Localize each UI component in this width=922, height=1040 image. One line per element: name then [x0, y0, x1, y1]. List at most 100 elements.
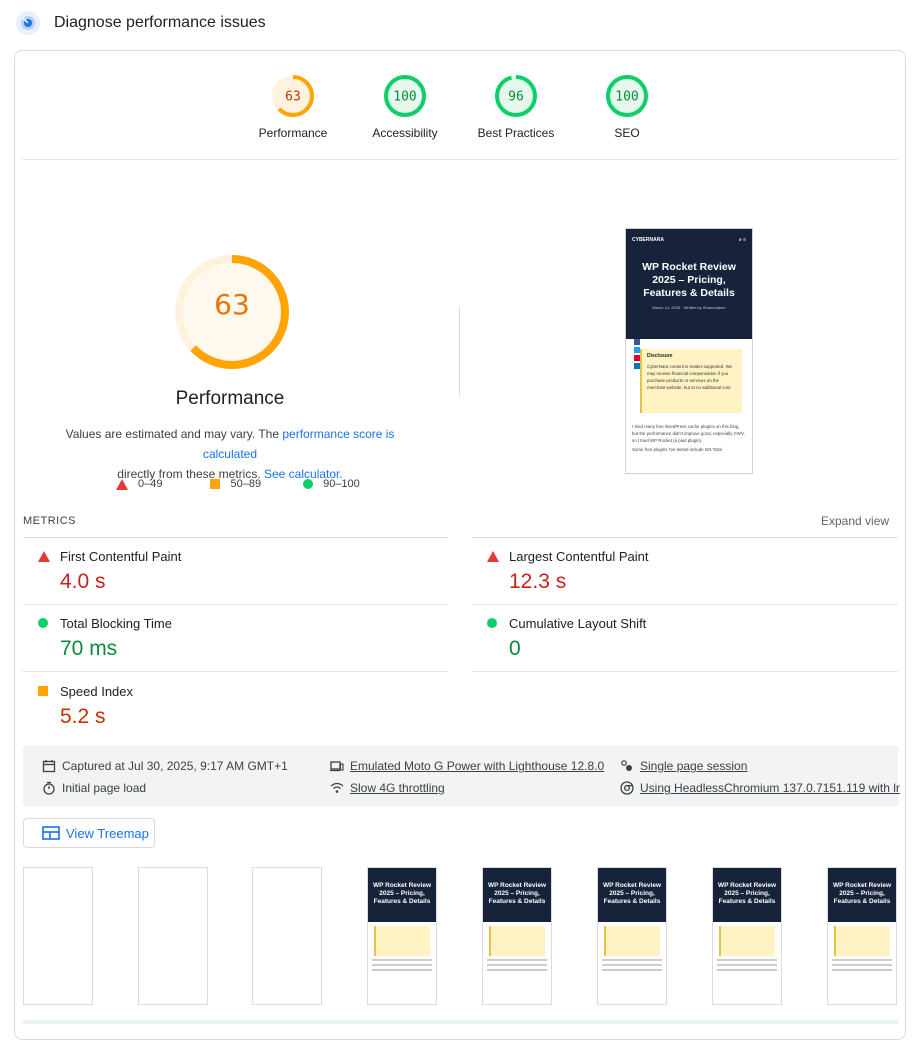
- gauge-accessibility[interactable]: 100 Accessibility: [360, 72, 450, 140]
- filmstrip-frame: [252, 867, 322, 1005]
- metric-value: 5.2 s: [60, 705, 106, 728]
- frame-title: WP Rocket Review 2025 – Pricing, Feature…: [368, 868, 436, 922]
- gauge-label: SEO: [614, 126, 640, 140]
- view-treemap-button[interactable]: View Treemap: [23, 818, 155, 848]
- gauge-label: Performance: [258, 126, 328, 140]
- article-title: WP Rocket Review 2025 – Pricing, Feature…: [642, 261, 736, 299]
- filmstrip-frame: WP Rocket Review 2025 – Pricing, Feature…: [712, 867, 782, 1005]
- gauge-seo[interactable]: 100 SEO: [582, 72, 672, 140]
- gauge-score: 100: [615, 90, 638, 105]
- frame-disclosure: [374, 926, 430, 956]
- metric-name: Total Blocking Time: [60, 616, 172, 631]
- metric-name: Cumulative Layout Shift: [509, 616, 647, 631]
- disclosure-box: Disclosure CyberNara content is reader-s…: [640, 349, 742, 413]
- pass-circle-icon: [38, 618, 48, 628]
- metric-value: 0: [509, 637, 521, 660]
- average-square-icon: [38, 686, 48, 696]
- fail-triangle-icon: [38, 551, 50, 562]
- frame-title: WP Rocket Review 2025 – Pricing, Feature…: [483, 868, 551, 922]
- metric-value: 4.0 s: [60, 570, 106, 593]
- gauge-score: 63: [285, 90, 301, 105]
- wifi-icon: [330, 782, 344, 793]
- filmstrip-frame: [138, 867, 208, 1005]
- treemap-label: View Treemap: [66, 825, 149, 841]
- gauge-label: Best Practices: [477, 126, 555, 140]
- header: Diagnose performance issues: [16, 10, 266, 36]
- legend-poor: 0–49: [138, 478, 163, 490]
- metric-fcp: First Contentful Paint 4.0 s: [36, 549, 181, 594]
- final-screenshot[interactable]: CYBERNARA ⌕ ≡ WP Rocket Review 2025 – Pr…: [625, 228, 753, 474]
- gauge-performance[interactable]: 63 Performance: [248, 72, 338, 140]
- expand-view-button[interactable]: Expand view: [821, 514, 889, 528]
- performance-heading: Performance: [175, 388, 285, 409]
- filmstrip-frame: WP Rocket Review 2025 – Pricing, Feature…: [367, 867, 437, 1005]
- throttle-info[interactable]: Slow 4G throttling: [330, 781, 445, 795]
- divider: [23, 671, 448, 672]
- pass-circle-icon: [487, 618, 497, 628]
- frame-disclosure: [489, 926, 545, 956]
- metric-tbt: Total Blocking Time 70 ms: [36, 616, 172, 661]
- article-body-2: Some free plugins I've tested include W3…: [632, 447, 722, 452]
- session-info[interactable]: Single page session: [620, 759, 747, 773]
- session-text[interactable]: Single page session: [640, 759, 747, 773]
- run-info: Captured at Jul 30, 2025, 9:17 AM GMT+1 …: [23, 746, 900, 806]
- menu-icon: ⌕ ≡: [738, 237, 746, 243]
- article-body: I tried many free WordPress cache plugin…: [632, 424, 745, 443]
- page-title: Diagnose performance issues: [54, 14, 266, 31]
- divider: [472, 537, 898, 538]
- fail-triangle-icon: [487, 551, 499, 562]
- frame-disclosure: [719, 926, 775, 956]
- frame-disclosure: [604, 926, 660, 956]
- divider: [23, 604, 448, 605]
- chrome-icon: [620, 781, 634, 795]
- metric-si: Speed Index 5.2 s: [36, 684, 133, 729]
- browser-text[interactable]: Using HeadlessChromium 137.0.7151.119 wi…: [640, 781, 900, 795]
- load-info: Initial page load: [42, 781, 146, 795]
- average-square-icon: [210, 479, 221, 489]
- filmstrip-frame: WP Rocket Review 2025 – Pricing, Feature…: [597, 867, 667, 1005]
- frame-title: WP Rocket Review 2025 – Pricing, Feature…: [828, 868, 896, 922]
- disclaimer-text: Values are estimated and may vary. The: [65, 427, 280, 441]
- metric-lcp: Largest Contentful Paint 12.3 s: [485, 549, 648, 594]
- gauge-label: Accessibility: [372, 126, 438, 140]
- filmstrip-frame: WP Rocket Review 2025 – Pricing, Feature…: [827, 867, 897, 1005]
- disclosure-title: Disclosure: [647, 353, 673, 359]
- disclosure-text: CyberNara content is reader-supported. W…: [647, 364, 733, 390]
- metrics-heading: METRICS: [23, 515, 76, 527]
- throttle-text[interactable]: Slow 4G throttling: [350, 781, 445, 795]
- divider: [472, 604, 898, 605]
- captured-text: Captured at Jul 30, 2025, 9:17 AM GMT+1: [62, 759, 288, 773]
- device-info[interactable]: Emulated Moto G Power with Lighthouse 12…: [330, 759, 604, 773]
- vertical-divider: [459, 306, 460, 396]
- pass-circle-icon: [303, 479, 314, 489]
- browser-info[interactable]: Using HeadlessChromium 137.0.7151.119 wi…: [620, 781, 900, 795]
- gauge-best-practices[interactable]: 96 Best Practices: [471, 72, 561, 140]
- divider: [23, 159, 898, 160]
- calendar-icon: [42, 760, 56, 773]
- metric-value: 70 ms: [60, 637, 118, 660]
- metric-cls: Cumulative Layout Shift 0: [485, 616, 646, 661]
- share-icons: [634, 337, 640, 369]
- site-brand: CYBERNARA: [632, 237, 664, 243]
- score-legend: 0–49 50–89 90–100: [116, 478, 388, 490]
- frame-disclosure: [834, 926, 890, 956]
- device-text[interactable]: Emulated Moto G Power with Lighthouse 12…: [350, 759, 604, 773]
- devices-icon: [330, 761, 344, 772]
- session-icon: [621, 760, 632, 771]
- bottom-strip: [23, 1020, 898, 1024]
- captured-info: Captured at Jul 30, 2025, 9:17 AM GMT+1: [42, 759, 288, 773]
- gauge-score: 96: [508, 90, 524, 105]
- stopwatch-icon: [43, 781, 55, 795]
- metric-value: 12.3 s: [509, 570, 567, 593]
- filmstrip-frame: WP Rocket Review 2025 – Pricing, Feature…: [482, 867, 552, 1005]
- treemap-icon: [42, 826, 60, 840]
- legend-average: 50–89: [230, 478, 262, 490]
- divider: [23, 537, 448, 538]
- load-text: Initial page load: [62, 781, 147, 795]
- metric-name: Largest Contentful Paint: [509, 549, 649, 564]
- fail-triangle-icon: [116, 478, 128, 490]
- article-byline: March 14, 2025 · Written by Sharmudeen: [652, 305, 726, 310]
- gauge-score: 100: [393, 90, 416, 105]
- lighthouse-icon: [16, 11, 40, 35]
- performance-score: 63: [214, 288, 250, 321]
